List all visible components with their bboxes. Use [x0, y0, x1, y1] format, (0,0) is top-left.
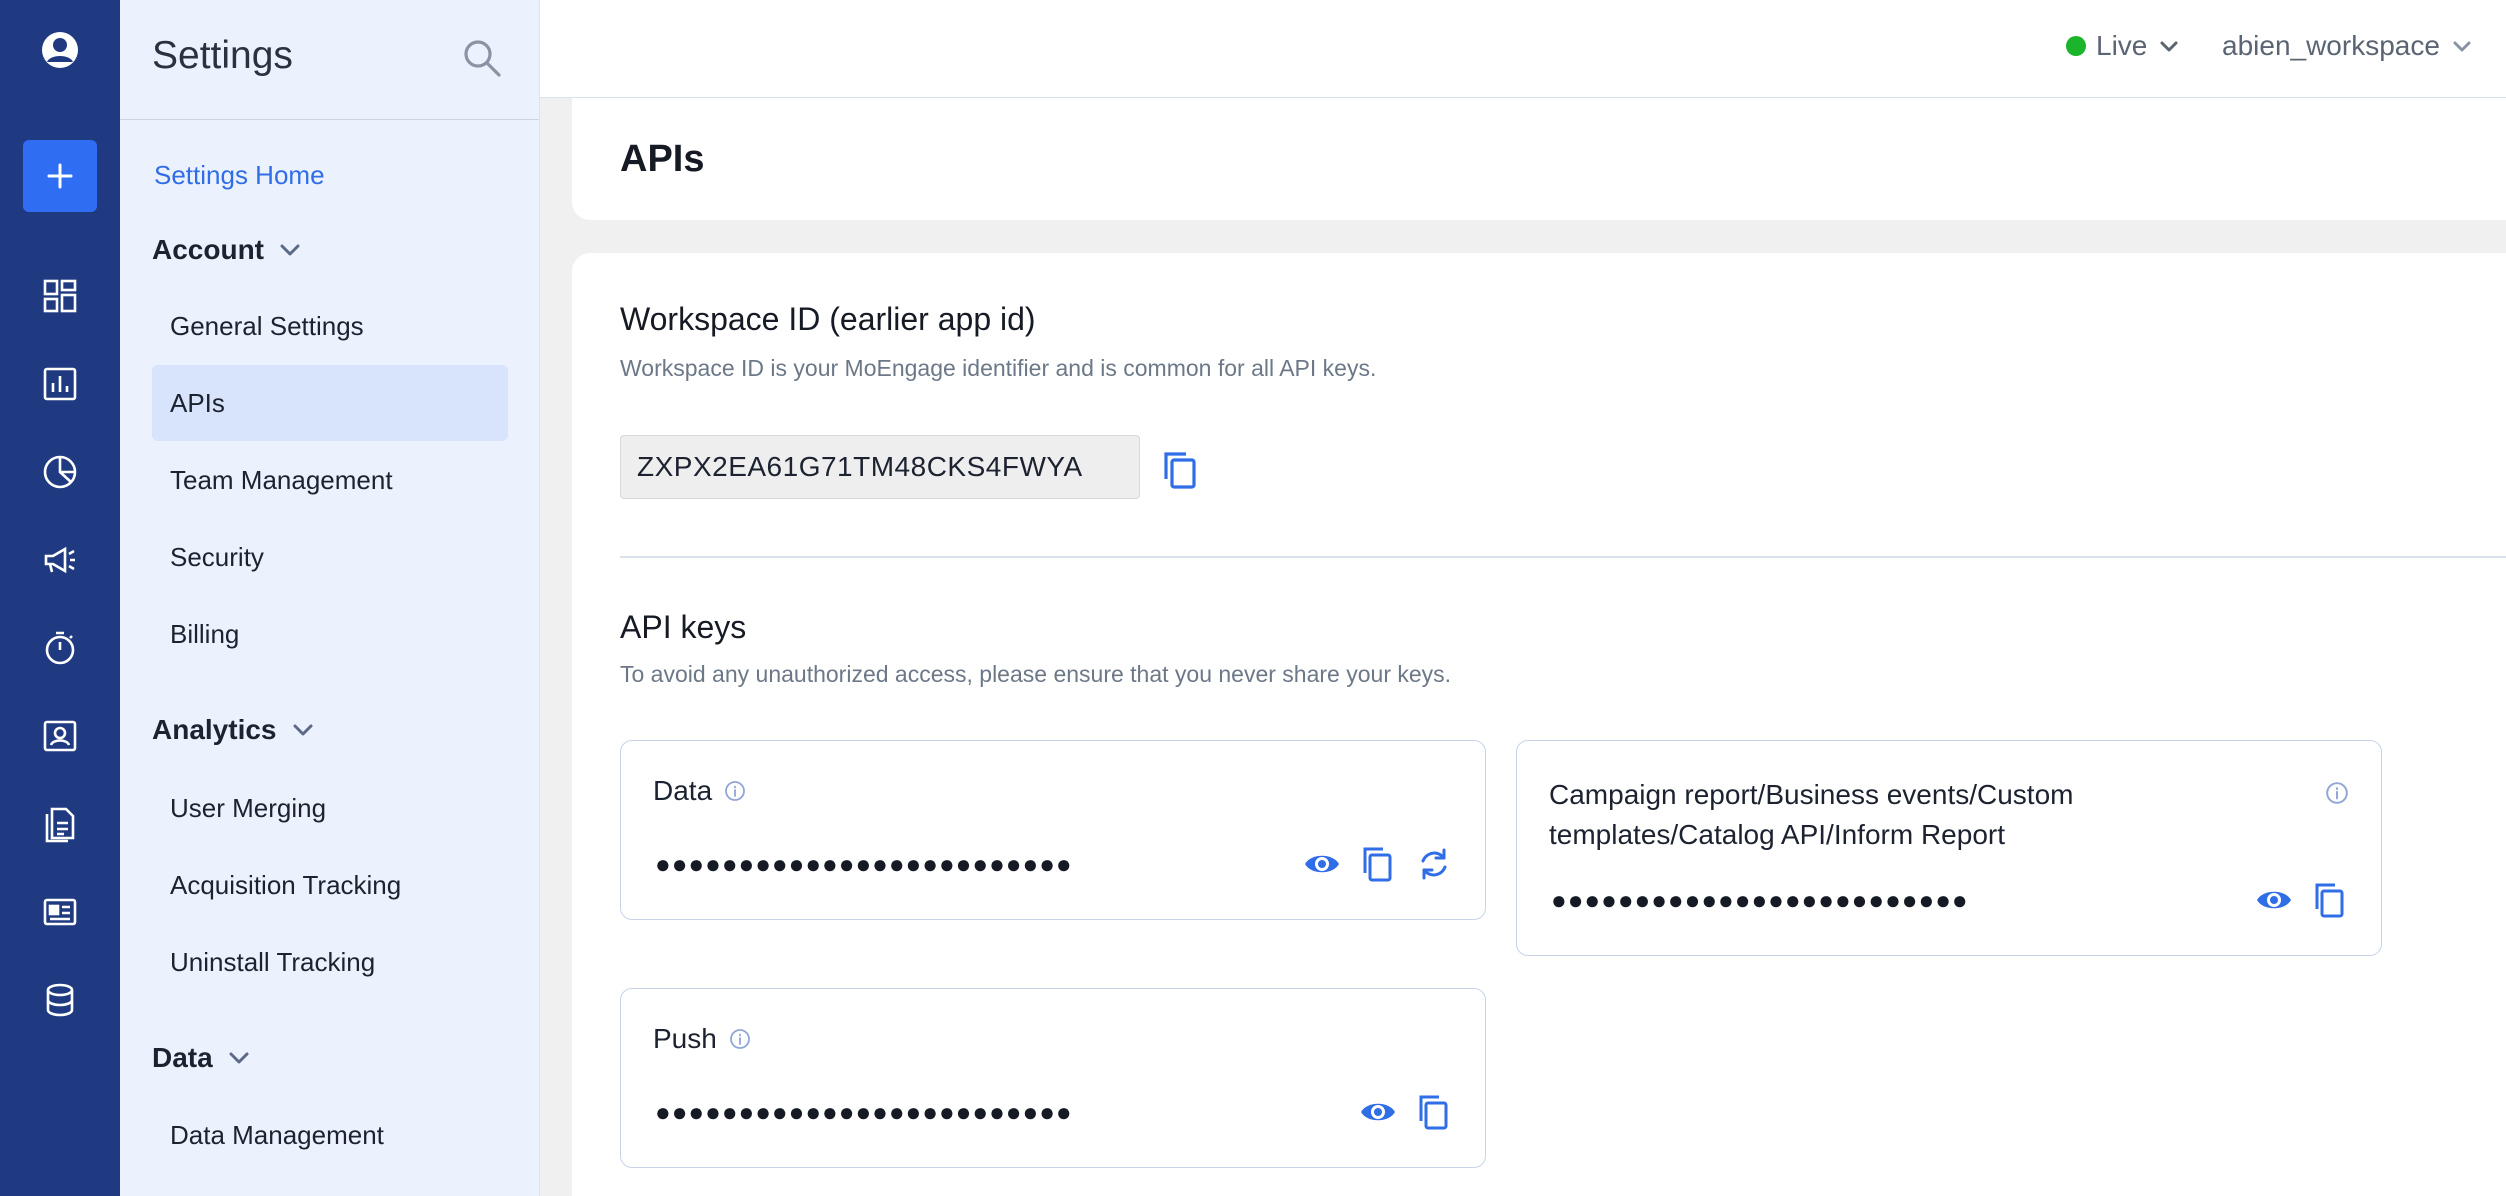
copy-icon[interactable] — [1160, 449, 1200, 491]
profile-icon[interactable] — [0, 20, 120, 80]
workspace-id-field[interactable]: ZXPX2EA61G71TM48CKS4FWYA — [620, 435, 1140, 499]
copy-icon[interactable] — [1359, 845, 1397, 883]
api-key-title: Push — [653, 1023, 751, 1055]
top-header: Live abien_workspace — [540, 0, 2506, 98]
api-key-actions — [1359, 1093, 1453, 1131]
sidebar-item-uninstall-tracking[interactable]: Uninstall Tracking — [152, 924, 508, 1000]
database-icon[interactable] — [0, 970, 120, 1030]
section-divider — [620, 556, 2506, 558]
info-icon[interactable] — [724, 780, 746, 802]
settings-sidebar: Settings Settings Home Account General S… — [120, 0, 540, 1196]
workspace-id-heading: Workspace ID (earlier app id) — [620, 301, 1036, 337]
api-key-card-data: Data ●●●●●●●●●●●●●●●●●●●●●●●●● — [620, 740, 1486, 920]
api-key-title-text: Push — [653, 1023, 717, 1054]
masked-api-key: ●●●●●●●●●●●●●●●●●●●●●●●●● — [655, 1097, 1073, 1127]
api-key-title: Data — [653, 775, 746, 807]
api-keys-heading: API keys — [620, 609, 747, 645]
segments-pie-icon[interactable] — [0, 442, 120, 502]
section-data[interactable]: Data — [152, 1042, 253, 1074]
page-title: APIs — [620, 138, 705, 180]
sidebar-title: Settings — [152, 34, 293, 77]
chevron-down-icon — [2160, 41, 2178, 52]
info-icon[interactable] — [2325, 781, 2349, 805]
timer-icon[interactable] — [0, 618, 120, 678]
user-card-icon[interactable] — [0, 706, 120, 766]
masked-api-key: ●●●●●●●●●●●●●●●●●●●●●●●●● — [655, 849, 1073, 879]
chevron-down-icon — [2453, 41, 2471, 52]
masked-api-key: ●●●●●●●●●●●●●●●●●●●●●●●●● — [1551, 885, 1969, 915]
add-button[interactable] — [23, 140, 97, 212]
sidebar-item-billing[interactable]: Billing — [152, 596, 508, 672]
workspace-selector[interactable]: abien_workspace — [2222, 30, 2474, 62]
analytics-icon[interactable] — [0, 354, 120, 414]
sidebar-item-apis[interactable]: APIs — [152, 365, 508, 441]
copy-icon[interactable] — [2311, 881, 2349, 919]
api-key-actions — [1303, 845, 1453, 883]
dashboard-icon[interactable] — [0, 266, 120, 326]
sidebar-item-acquisition-tracking[interactable]: Acquisition Tracking — [152, 847, 508, 923]
sidebar-item-security[interactable]: Security — [152, 519, 508, 595]
section-account-label: Account — [152, 234, 264, 265]
workspace-id-description: Workspace ID is your MoEngage identifier… — [620, 355, 1377, 381]
chevron-down-icon — [229, 1052, 249, 1064]
environment-selector[interactable]: Live — [2066, 30, 2181, 62]
copy-icon[interactable] — [1415, 1093, 1453, 1131]
eye-icon[interactable] — [2255, 881, 2293, 919]
environment-label: Live — [2096, 30, 2148, 61]
campaign-megaphone-icon[interactable] — [0, 530, 120, 590]
workspace-label: abien_workspace — [2222, 30, 2440, 61]
documents-icon[interactable] — [0, 794, 120, 854]
refresh-icon[interactable] — [1415, 845, 1453, 883]
api-key-card-campaign-report: Campaign report/Business events/Custom t… — [1516, 740, 2382, 956]
api-key-title-text: Data — [653, 775, 713, 806]
eye-icon[interactable] — [1359, 1093, 1397, 1131]
live-status-dot — [2066, 36, 2086, 56]
section-analytics-label: Analytics — [152, 714, 277, 745]
sidebar-item-data-management[interactable]: Data Management — [152, 1097, 508, 1173]
sidebar-item-team-management[interactable]: Team Management — [152, 442, 508, 518]
content-card-icon[interactable] — [0, 882, 120, 942]
sidebar-item-general-settings[interactable]: General Settings — [152, 288, 508, 364]
settings-home-link[interactable]: Settings Home — [154, 160, 325, 191]
section-data-label: Data — [152, 1042, 213, 1073]
sidebar-header: Settings — [120, 0, 539, 120]
api-settings-card: Workspace ID (earlier app id) Workspace … — [572, 253, 2506, 1196]
section-account[interactable]: Account — [152, 234, 304, 266]
left-nav-rail — [0, 0, 120, 1196]
chevron-down-icon — [293, 724, 312, 736]
api-key-title-text: Campaign report/Business events/Custom t… — [1549, 779, 2074, 850]
api-key-card-push: Push ●●●●●●●●●●●●●●●●●●●●●●●●● — [620, 988, 1486, 1168]
page-title-card: APIs — [572, 98, 2506, 220]
api-key-actions — [2255, 881, 2349, 919]
eye-icon[interactable] — [1303, 845, 1341, 883]
api-keys-description: To avoid any unauthorized access, please… — [620, 661, 1452, 687]
sidebar-item-user-merging[interactable]: User Merging — [152, 770, 508, 846]
plus-icon — [47, 163, 73, 189]
info-icon[interactable] — [729, 1028, 751, 1050]
search-icon[interactable] — [460, 36, 504, 80]
chevron-down-icon — [280, 244, 300, 256]
section-analytics[interactable]: Analytics — [152, 714, 317, 746]
